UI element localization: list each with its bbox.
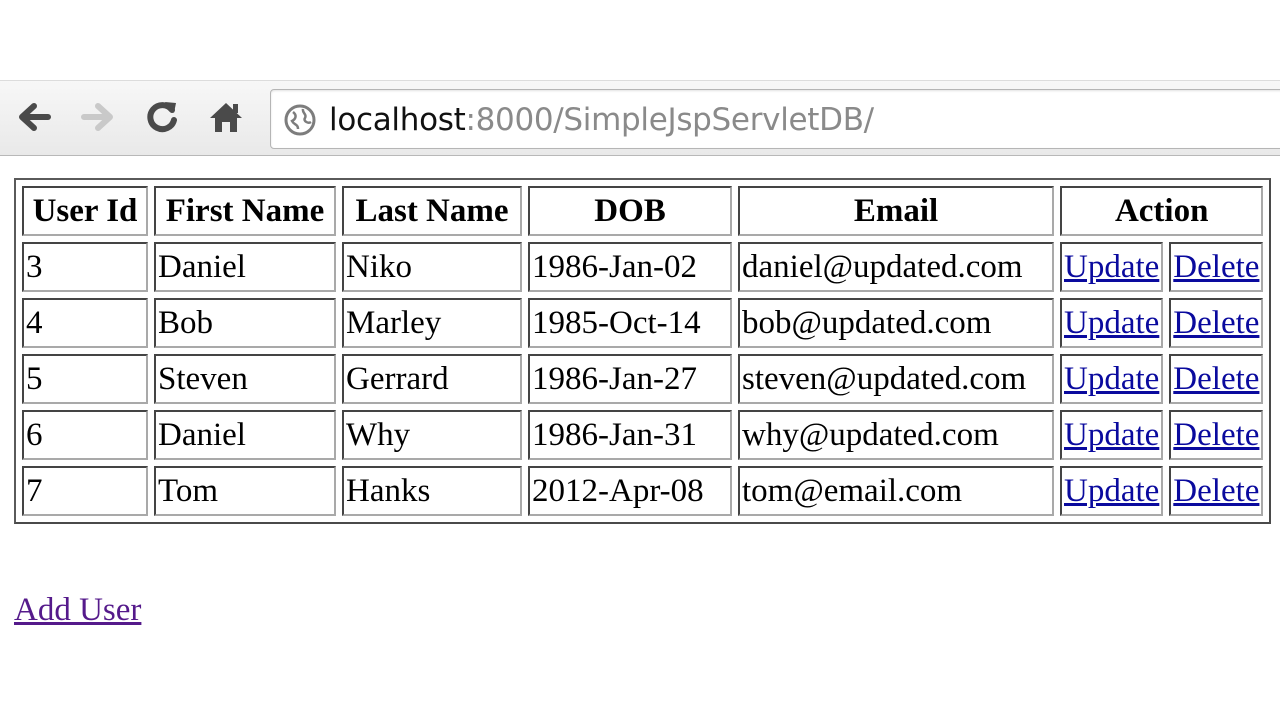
cell-last-name: Why bbox=[342, 410, 522, 460]
back-arrow-icon bbox=[19, 103, 51, 131]
address-bar[interactable]: localhost:8000/SimpleJspServletDB/ bbox=[270, 89, 1280, 149]
delete-link[interactable]: Delete bbox=[1173, 361, 1259, 397]
cell-first-name: Tom bbox=[154, 466, 336, 516]
header-dob: DOB bbox=[528, 186, 732, 236]
cell-user-id: 7 bbox=[22, 466, 148, 516]
cell-update: Update bbox=[1060, 410, 1164, 460]
forward-button[interactable] bbox=[78, 97, 118, 137]
cell-user-id: 4 bbox=[22, 298, 148, 348]
table-row: 5 Steven Gerrard 1986-Jan-27 steven@upda… bbox=[22, 354, 1264, 404]
cell-last-name: Niko bbox=[342, 242, 522, 292]
update-link[interactable]: Update bbox=[1064, 305, 1159, 341]
cell-last-name: Gerrard bbox=[342, 354, 522, 404]
back-button[interactable] bbox=[14, 97, 54, 137]
cell-delete: Delete bbox=[1169, 242, 1264, 292]
home-button[interactable] bbox=[206, 97, 246, 137]
delete-link[interactable]: Delete bbox=[1173, 305, 1259, 341]
cell-user-id: 5 bbox=[22, 354, 148, 404]
table-row: 3 Daniel Niko 1986-Jan-02 daniel@updated… bbox=[22, 242, 1264, 292]
cell-first-name: Steven bbox=[154, 354, 336, 404]
cell-update: Update bbox=[1060, 298, 1164, 348]
cell-email: daniel@updated.com bbox=[738, 242, 1054, 292]
cell-email: steven@updated.com bbox=[738, 354, 1054, 404]
users-table: User Id First Name Last Name DOB Email A… bbox=[14, 178, 1272, 524]
delete-link[interactable]: Delete bbox=[1173, 473, 1259, 509]
url-path: :8000/SimpleJspServletDB/ bbox=[465, 102, 874, 138]
cell-user-id: 6 bbox=[22, 410, 148, 460]
add-user-link[interactable]: Add User bbox=[14, 592, 141, 629]
cell-dob: 2012-Apr-08 bbox=[528, 466, 732, 516]
cell-update: Update bbox=[1060, 354, 1164, 404]
cell-first-name: Daniel bbox=[154, 410, 336, 460]
cell-dob: 1986-Jan-02 bbox=[528, 242, 732, 292]
cell-last-name: Hanks bbox=[342, 466, 522, 516]
cell-delete: Delete bbox=[1169, 354, 1264, 404]
update-link[interactable]: Update bbox=[1064, 361, 1159, 397]
update-link[interactable]: Update bbox=[1064, 249, 1159, 285]
reload-icon bbox=[147, 102, 177, 133]
delete-link[interactable]: Delete bbox=[1173, 249, 1259, 285]
cell-first-name: Daniel bbox=[154, 242, 336, 292]
browser-toolbar: localhost:8000/SimpleJspServletDB/ bbox=[0, 80, 1280, 156]
header-email: Email bbox=[738, 186, 1054, 236]
delete-link[interactable]: Delete bbox=[1173, 417, 1259, 453]
cell-dob: 1986-Jan-27 bbox=[528, 354, 732, 404]
cell-last-name: Marley bbox=[342, 298, 522, 348]
url-host: localhost bbox=[329, 102, 466, 138]
cell-user-id: 3 bbox=[22, 242, 148, 292]
table-row: 6 Daniel Why 1986-Jan-31 why@updated.com… bbox=[22, 410, 1264, 460]
forward-arrow-icon bbox=[81, 103, 113, 131]
reload-button[interactable] bbox=[142, 97, 182, 137]
cell-update: Update bbox=[1060, 242, 1164, 292]
update-link[interactable]: Update bbox=[1064, 473, 1159, 509]
cell-email: why@updated.com bbox=[738, 410, 1054, 460]
header-action: Action bbox=[1060, 186, 1264, 236]
table-row: 4 Bob Marley 1985-Oct-14 bob@updated.com… bbox=[22, 298, 1264, 348]
cell-dob: 1985-Oct-14 bbox=[528, 298, 732, 348]
header-user-id: User Id bbox=[22, 186, 148, 236]
cell-delete: Delete bbox=[1169, 410, 1264, 460]
cell-email: tom@email.com bbox=[738, 466, 1054, 516]
cell-delete: Delete bbox=[1169, 466, 1264, 516]
update-link[interactable]: Update bbox=[1064, 417, 1159, 453]
table-row: 7 Tom Hanks 2012-Apr-08 tom@email.com Up… bbox=[22, 466, 1264, 516]
home-icon bbox=[210, 103, 242, 132]
cell-update: Update bbox=[1060, 466, 1164, 516]
header-last-name: Last Name bbox=[342, 186, 522, 236]
globe-icon bbox=[284, 104, 316, 136]
header-first-name: First Name bbox=[154, 186, 336, 236]
cell-dob: 1986-Jan-31 bbox=[528, 410, 732, 460]
cell-first-name: Bob bbox=[154, 298, 336, 348]
table-header-row: User Id First Name Last Name DOB Email A… bbox=[22, 186, 1264, 236]
cell-email: bob@updated.com bbox=[738, 298, 1054, 348]
url-text[interactable]: localhost:8000/SimpleJspServletDB/ bbox=[329, 98, 874, 142]
cell-delete: Delete bbox=[1169, 298, 1264, 348]
